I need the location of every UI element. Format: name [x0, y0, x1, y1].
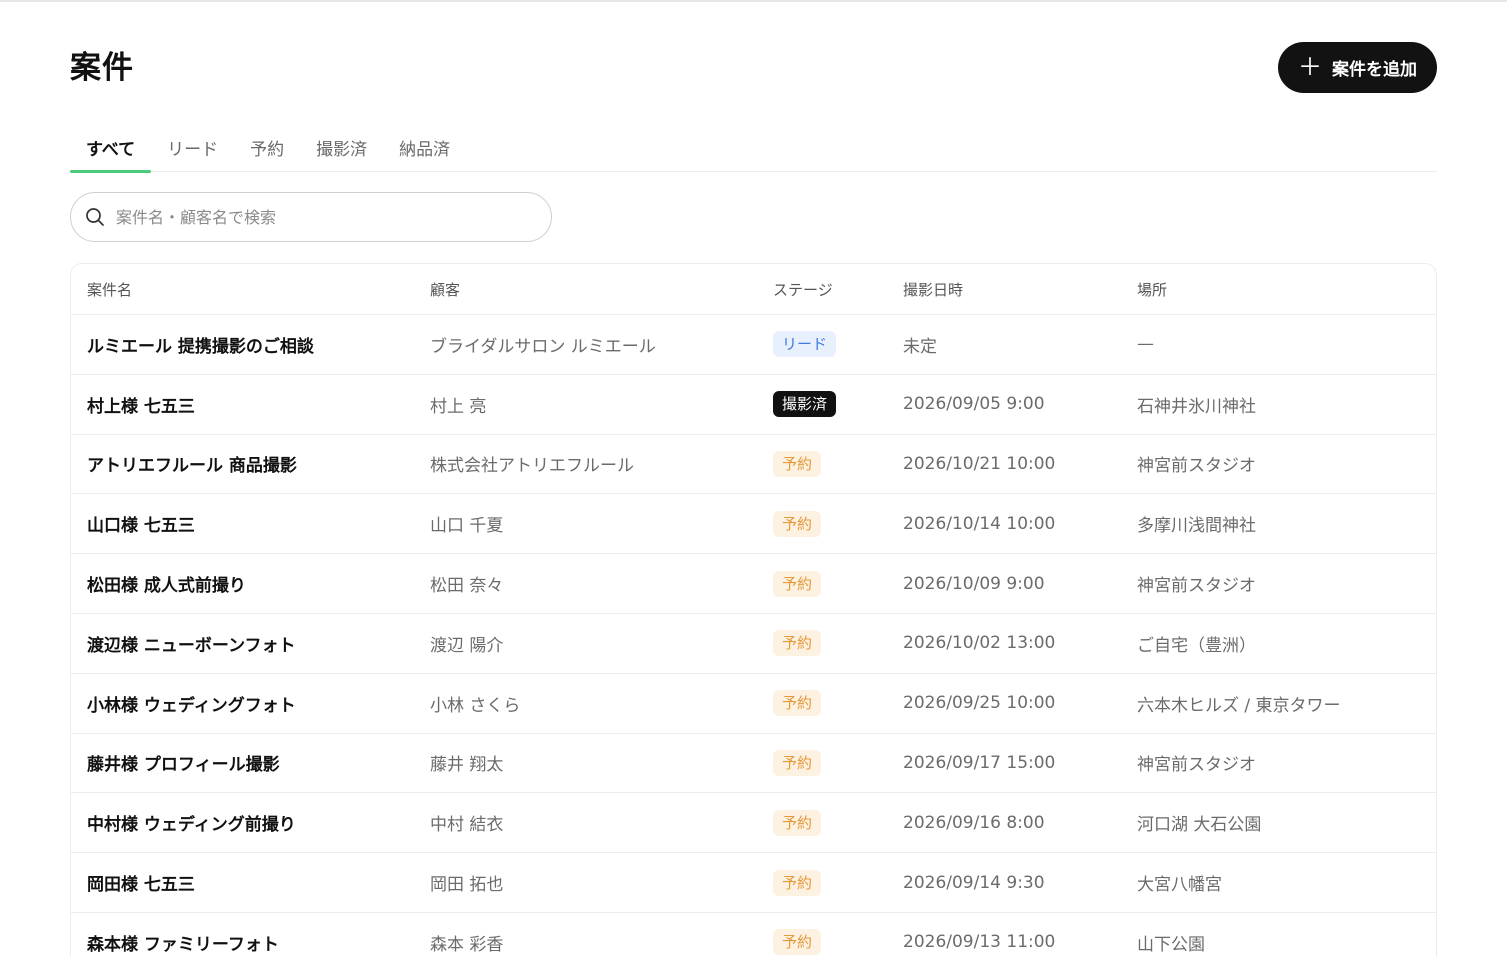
customer-name: 山口 千夏 — [430, 516, 504, 537]
customer-name: 藤井 翔太 — [430, 755, 504, 776]
case-name: 松田様 成人式前撮り — [87, 576, 246, 597]
stage-cell: 予約 — [773, 674, 822, 733]
stage-badge: 撮影済 — [773, 391, 837, 418]
shoot-datetime: 2026/09/25 10:00 — [903, 693, 1056, 714]
tab-3[interactable]: 撮影済 — [300, 126, 383, 171]
stage-cell: 撮影済 — [773, 375, 837, 434]
stage-badge: 予約 — [773, 450, 822, 477]
shoot-datetime: 2026/09/16 8:00 — [903, 812, 1045, 833]
table-row[interactable]: アトリエフルール 商品撮影 株式会社アトリエフルール 予約 2026/10/21 10… — [71, 433, 1436, 494]
tab-2[interactable]: 予約 — [234, 126, 300, 171]
column-header-customer[interactable]: 顧客 — [430, 264, 460, 314]
shoot-datetime: 2026/09/13 11:00 — [903, 932, 1056, 953]
customer-name: 松田 奈々 — [430, 576, 504, 597]
customer-name: ブライダルサロン ルミエール — [430, 336, 656, 357]
case-name: 村上様 七五三 — [87, 396, 195, 417]
column-header-stage[interactable]: ステージ — [773, 264, 833, 314]
column-header-location[interactable]: 場所 — [1137, 264, 1167, 314]
case-name: 渡辺様 ニューボーンフォト — [87, 635, 296, 656]
shoot-datetime: 2026/10/14 10:00 — [903, 513, 1056, 534]
search-input[interactable] — [116, 207, 516, 227]
stage-cell: 予約 — [773, 793, 822, 852]
stage-cell: 予約 — [773, 554, 822, 613]
stage-badge: 予約 — [773, 749, 822, 776]
shoot-location: 六本木ヒルズ / 東京タワー — [1137, 695, 1341, 716]
shoot-datetime: 2026/10/02 13:00 — [903, 633, 1056, 654]
table-row[interactable]: 渡辺様 ニューボーンフォト 渡辺 陽介 予約 2026/10/02 13:00 ご自宅（… — [71, 612, 1436, 673]
shoot-location: 神宮前スタジオ — [1137, 456, 1256, 477]
case-name: 山口様 七五三 — [87, 516, 195, 537]
case-name: ルミエール 提携撮影のご相談 — [87, 336, 314, 357]
stage-cell: 予約 — [773, 853, 822, 912]
table-row[interactable]: 森本様 ファミリーフォト 森本 彩香 予約 2026/09/13 11:00 山下公園 — [71, 911, 1436, 957]
stage-badge: 予約 — [773, 809, 822, 836]
customer-name: 村上 亮 — [430, 396, 487, 417]
tab-0[interactable]: すべて — [70, 126, 152, 173]
case-name: 藤井様 プロフィール撮影 — [87, 755, 280, 776]
case-name: 中村様 ウェディング前撮り — [87, 815, 296, 836]
table-row[interactable]: 岡田様 七五三 岡田 拓也 予約 2026/09/14 9:30 大宮八幡宮 — [71, 852, 1436, 912]
stage-cell: 予約 — [773, 494, 822, 553]
table-row[interactable]: ルミエール 提携撮影のご相談 ブライダルサロン ルミエール リード 未定 — — [71, 314, 1436, 374]
stage-cell: 予約 — [773, 913, 822, 957]
search-icon — [86, 208, 104, 226]
page-title: 案件 — [70, 50, 134, 86]
customer-name: 株式会社アトリエフルール — [430, 456, 634, 477]
stage-cell: 予約 — [773, 734, 822, 793]
shoot-location: 大宮八幡宮 — [1137, 875, 1222, 896]
customer-name: 岡田 拓也 — [430, 875, 504, 896]
customer-name: 中村 結衣 — [430, 815, 504, 836]
stage-tabs: すべて リード 予約 撮影済 納品済 — [70, 126, 1437, 173]
shoot-location: 神宮前スタジオ — [1137, 576, 1256, 597]
table-body: ルミエール 提携撮影のご相談 ブライダルサロン ルミエール リード 未定 — 村上様 七五… — [71, 314, 1436, 957]
table-row[interactable]: 小林様 ウェディングフォト 小林 さくら 予約 2026/09/25 10:00 六本木… — [71, 672, 1436, 733]
shoot-datetime: 2026/10/21 10:00 — [903, 453, 1056, 474]
stage-cell: 予約 — [773, 614, 822, 673]
shoot-location: — — [1137, 334, 1154, 355]
stage-cell: 予約 — [773, 435, 822, 494]
shoot-datetime: 2026/09/05 9:00 — [903, 394, 1045, 415]
stage-badge: 予約 — [773, 690, 822, 717]
shoot-datetime: 2026/09/17 15:00 — [903, 752, 1056, 773]
table-row[interactable]: 村上様 七五三 村上 亮 撮影済 2026/09/05 9:00 石神井氷川神社 — [71, 373, 1436, 434]
plus-icon: ＋ — [1298, 52, 1322, 81]
case-name: 小林様 ウェディングフォト — [87, 695, 296, 716]
case-name: 森本様 ファミリーフォト — [87, 934, 279, 955]
case-name: 岡田様 七五三 — [87, 875, 195, 896]
customer-name: 森本 彩香 — [430, 934, 504, 955]
column-header-name[interactable]: 案件名 — [87, 264, 132, 314]
shoot-location: 山下公園 — [1137, 934, 1205, 955]
stage-badge: リード — [773, 331, 837, 358]
search-box[interactable] — [70, 192, 552, 242]
stage-badge: 予約 — [773, 929, 822, 956]
tab-1[interactable]: リード — [151, 126, 234, 171]
stage-badge: 予約 — [773, 570, 822, 597]
case-name: アトリエフルール 商品撮影 — [87, 456, 297, 477]
shoot-datetime: 未定 — [903, 336, 937, 357]
cases-table: 案件名 顧客 ステージ 撮影日時 場所 ルミエール 提携撮影のご相談 ブライダルサ… — [70, 263, 1437, 957]
stage-cell: リード — [773, 315, 837, 374]
tab-4[interactable]: 納品済 — [383, 126, 466, 171]
table-row[interactable]: 山口様 七五三 山口 千夏 予約 2026/10/14 10:00 多摩川浅間神社 — [71, 493, 1436, 553]
shoot-location: 石神井氷川神社 — [1137, 396, 1256, 417]
shoot-location: 多摩川浅間神社 — [1137, 516, 1256, 537]
table-row[interactable]: 藤井様 プロフィール撮影 藤井 翔太 予約 2026/09/17 15:00 神宮前スタ… — [71, 732, 1436, 793]
shoot-datetime: 2026/09/14 9:30 — [903, 872, 1045, 893]
table-row[interactable]: 中村様 ウェディング前撮り 中村 結衣 予約 2026/09/16 8:00 河口湖 大… — [71, 792, 1436, 852]
add-case-button[interactable]: ＋ 案件を追加 — [1278, 42, 1437, 93]
stage-badge: 予約 — [773, 630, 822, 657]
column-header-datetime[interactable]: 撮影日時 — [903, 264, 963, 314]
stage-badge: 予約 — [773, 869, 822, 896]
customer-name: 小林 さくら — [430, 695, 521, 716]
shoot-location: 神宮前スタジオ — [1137, 755, 1256, 776]
shoot-datetime: 2026/10/09 9:00 — [903, 573, 1045, 594]
customer-name: 渡辺 陽介 — [430, 635, 504, 656]
table-header-row: 案件名 顧客 ステージ 撮影日時 場所 — [71, 264, 1436, 314]
top-border — [0, 0, 1507, 2]
add-case-button-label: 案件を追加 — [1332, 60, 1417, 80]
stage-badge: 予約 — [773, 510, 822, 537]
table-row[interactable]: 松田様 成人式前撮り 松田 奈々 予約 2026/10/09 9:00 神宮前スタジオ — [71, 553, 1436, 613]
shoot-location: 河口湖 大石公園 — [1137, 815, 1262, 836]
shoot-location: ご自宅（豊洲） — [1137, 635, 1256, 656]
